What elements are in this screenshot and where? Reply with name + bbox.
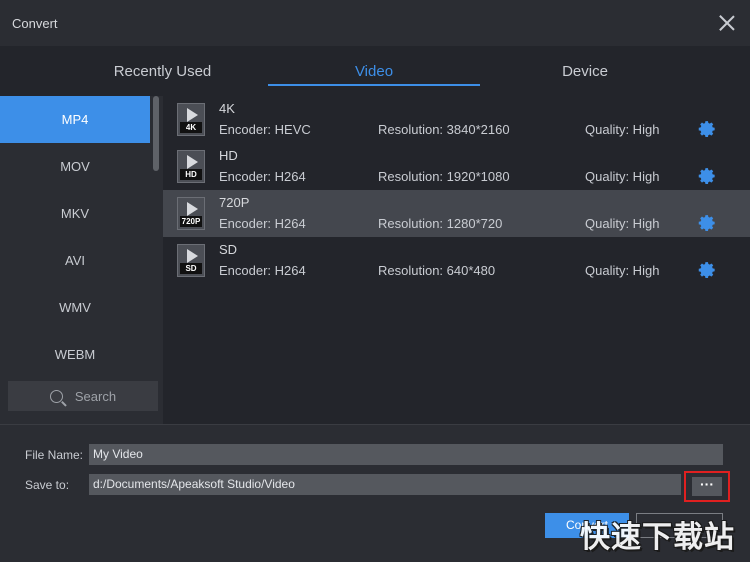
gear-icon[interactable] (698, 214, 716, 232)
gear-icon[interactable] (698, 261, 716, 279)
video-format-icon: 720P (177, 197, 205, 230)
preset-list: 4K 4K Encoder: HEVC Resolution: 3840*216… (163, 96, 750, 424)
window-title: Convert (12, 16, 58, 31)
tab-device[interactable]: Device (510, 63, 660, 80)
preset-row-sd[interactable]: SD SD Encoder: H264 Resolution: 640*480 … (163, 237, 750, 284)
tab-video[interactable]: Video (268, 63, 480, 80)
more-icon: ··· (692, 477, 722, 496)
browse-folder-button[interactable]: ··· (684, 471, 730, 502)
format-tag: 4K (180, 122, 202, 133)
preset-encoder: Encoder: H264 (219, 169, 306, 184)
file-name-label: File Name: (25, 448, 84, 462)
video-format-icon: HD (177, 150, 205, 183)
preset-encoder: Encoder: H264 (219, 263, 306, 278)
preset-quality: Quality: High (585, 169, 660, 184)
preset-row-hd[interactable]: HD HD Encoder: H264 Resolution: 1920*108… (163, 143, 750, 190)
sidebar-scrollbar[interactable] (153, 96, 159, 171)
save-to-label: Save to: (25, 478, 70, 492)
gear-icon[interactable] (698, 120, 716, 138)
preset-quality: Quality: High (585, 122, 660, 137)
search-icon (49, 389, 63, 403)
title-bar: Convert (0, 0, 750, 46)
close-icon[interactable] (718, 14, 736, 32)
save-path-field[interactable]: d:/Documents/Apeaksoft Studio/Video (89, 474, 681, 495)
preset-name: SD (219, 242, 238, 257)
preset-quality: Quality: High (585, 263, 660, 278)
preset-name: 720P (219, 195, 250, 210)
tab-recently-used[interactable]: Recently Used (85, 63, 240, 80)
video-format-icon: 4K (177, 103, 205, 136)
preset-row-4k[interactable]: 4K 4K Encoder: HEVC Resolution: 3840*216… (163, 96, 750, 143)
sidebar-item-wmv[interactable]: WMV (0, 284, 150, 331)
category-tabs: Recently Used Video Device (0, 46, 750, 96)
gear-icon[interactable] (698, 167, 716, 185)
sidebar-item-mp4[interactable]: MP4 (0, 96, 150, 143)
preset-name: 4K (219, 101, 235, 116)
format-tag: 720P (180, 216, 202, 227)
preset-resolution: Resolution: 1280*720 (378, 216, 503, 231)
preset-resolution: Resolution: 3840*2160 (378, 122, 510, 137)
sidebar-item-avi[interactable]: AVI (0, 237, 150, 284)
preset-resolution: Resolution: 640*480 (378, 263, 496, 278)
preset-name: HD (219, 148, 238, 163)
format-tag: HD (180, 169, 202, 180)
site-watermark: 快速下载站 (580, 521, 735, 554)
preset-quality: Quality: High (585, 216, 660, 231)
sidebar-item-mkv[interactable]: MKV (0, 190, 150, 237)
preset-resolution: Resolution: 1920*1080 (378, 169, 510, 184)
search-label: Search (74, 388, 117, 404)
file-name-field[interactable]: My Video (89, 444, 723, 465)
format-tag: SD (180, 263, 202, 274)
format-search-box[interactable]: Search (8, 381, 158, 411)
sidebar-item-mov[interactable]: MOV (0, 143, 150, 190)
format-sidebar: MP4 MOV MKV AVI WMV WEBM Search (0, 96, 163, 424)
preset-encoder: Encoder: HEVC (219, 122, 311, 137)
preset-row-720p[interactable]: 720P 720P Encoder: H264 Resolution: 1280… (163, 190, 750, 237)
preset-encoder: Encoder: H264 (219, 216, 306, 231)
active-tab-indicator (268, 84, 480, 86)
sidebar-item-webm[interactable]: WEBM (0, 331, 150, 378)
video-format-icon: SD (177, 244, 205, 277)
